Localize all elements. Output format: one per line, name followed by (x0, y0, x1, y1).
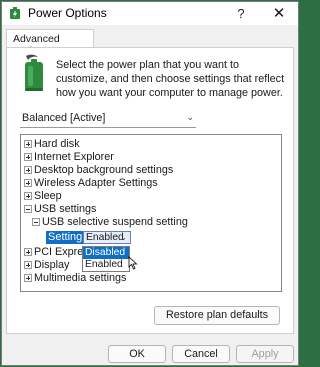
settings-tree[interactable]: Hard disk Internet Explorer Desktop back… (20, 134, 282, 292)
plan-select-value: Balanced [Active] (22, 112, 106, 124)
expand-icon[interactable] (24, 192, 32, 200)
expand-icon[interactable] (24, 140, 32, 148)
expand-icon[interactable] (24, 153, 32, 161)
expand-icon[interactable] (24, 274, 32, 282)
chevron-down-icon: ⌄ (186, 112, 194, 122)
expand-icon[interactable] (24, 179, 32, 187)
expand-icon[interactable] (24, 248, 32, 256)
help-button[interactable]: ? (228, 2, 254, 25)
restore-plan-defaults-button[interactable]: Restore plan defaults (154, 306, 280, 325)
power-plan-select[interactable]: Balanced [Active] ⌄ (20, 110, 196, 128)
setting-combo[interactable]: Enabled ⌄ (83, 231, 131, 244)
close-button[interactable]: ✕ (264, 2, 294, 25)
mouse-cursor-icon (128, 256, 138, 270)
cancel-button[interactable]: Cancel (172, 345, 230, 363)
tab-advanced-settings[interactable]: Advanced settings (6, 29, 94, 57)
title-bar: Power Options ? ✕ (2, 2, 298, 25)
dropdown-option-disabled[interactable]: Disabled (83, 247, 129, 259)
apply-button[interactable]: Apply (236, 345, 294, 363)
battery-icon (25, 54, 43, 91)
ok-button[interactable]: OK (108, 345, 166, 363)
expand-icon[interactable] (24, 261, 32, 269)
power-options-dialog: Power Options ? ✕ Advanced settings Sele… (1, 1, 299, 366)
description-text: Select the power plan that you want to c… (56, 59, 285, 99)
collapse-icon[interactable] (24, 205, 32, 213)
dropdown-option-enabled[interactable]: Enabled (83, 259, 129, 271)
setting-combo-value: Enabled (86, 232, 124, 243)
chevron-down-icon: ⌄ (120, 233, 127, 242)
window-title: Power Options (28, 6, 107, 20)
setting-dropdown-list: Disabled Enabled (82, 246, 130, 272)
collapse-icon[interactable] (32, 218, 40, 226)
setting-label: Setting: (46, 231, 88, 244)
expand-icon[interactable] (24, 166, 32, 174)
power-options-icon (10, 7, 20, 19)
